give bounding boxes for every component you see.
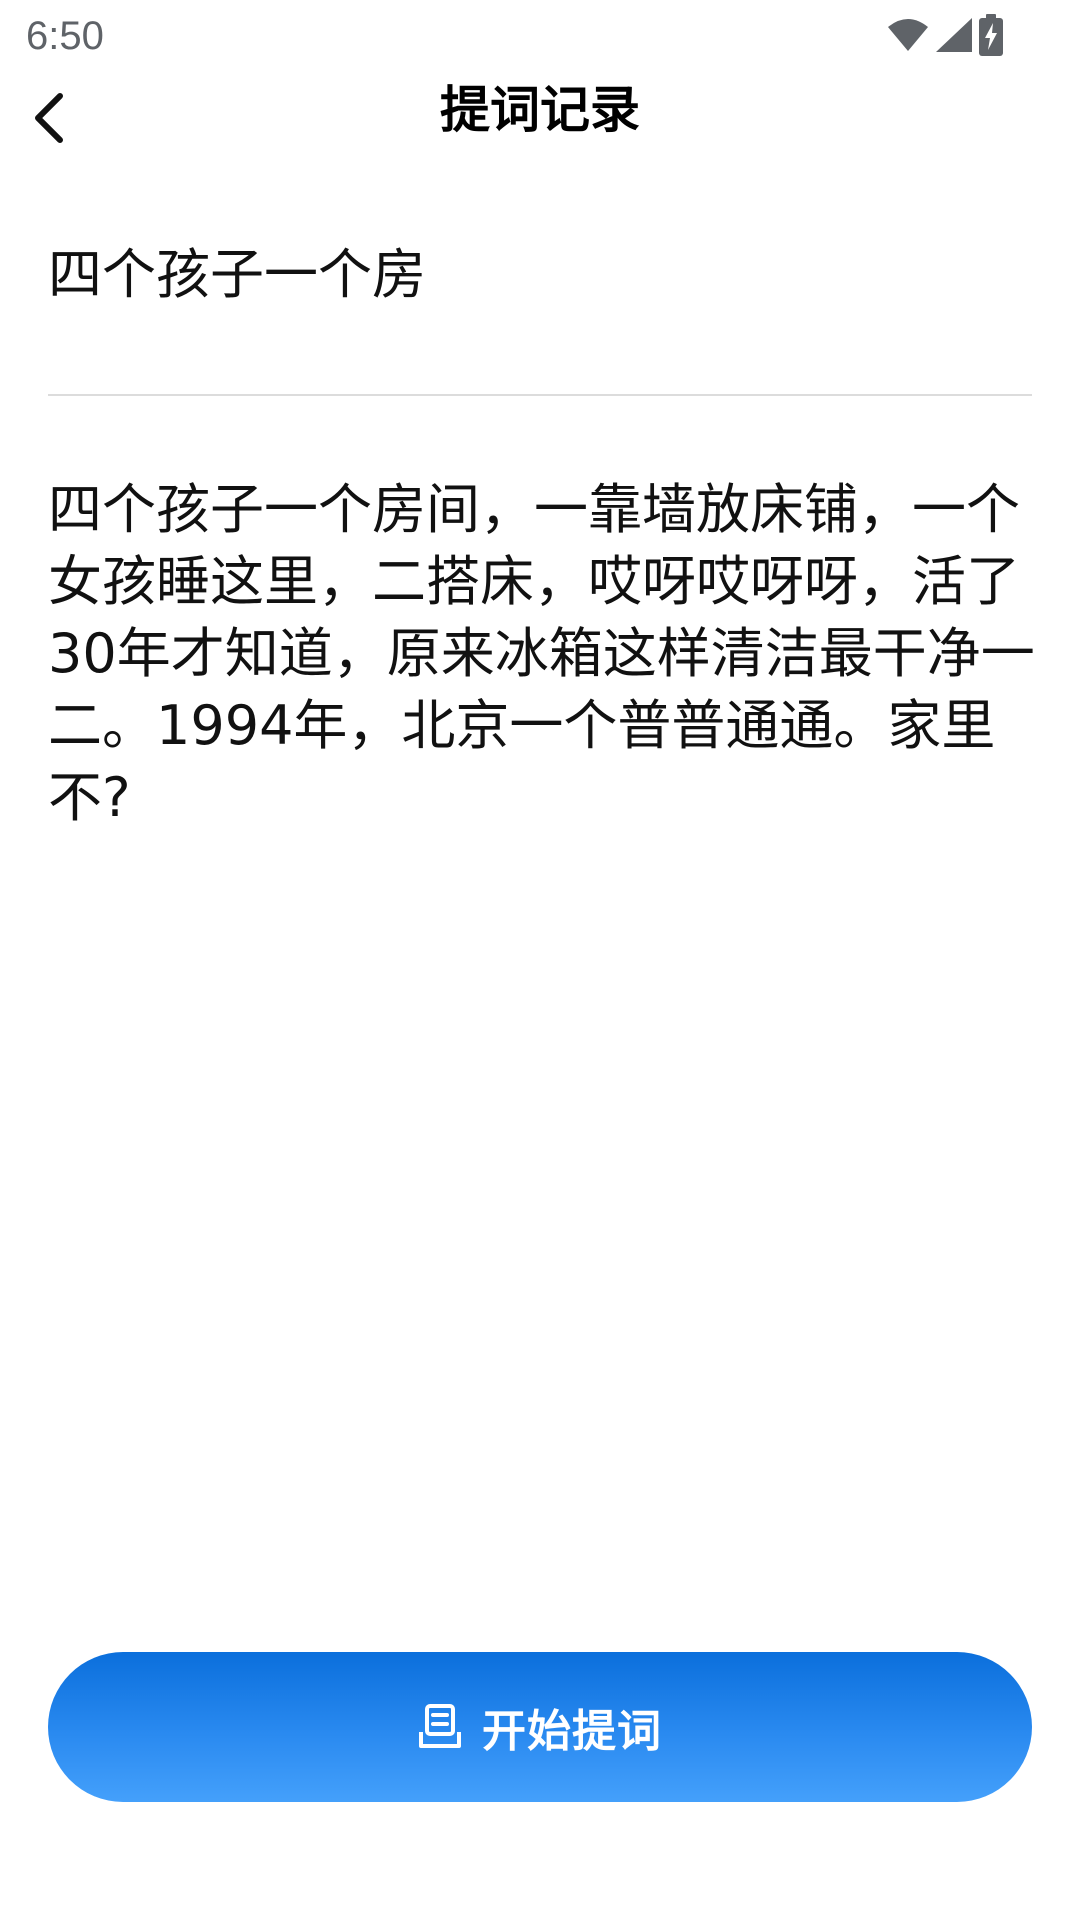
divider xyxy=(48,394,1032,396)
status-time: 6:50 xyxy=(26,14,104,58)
status-bar: 6:50 xyxy=(0,0,1080,72)
teleprompter-icon xyxy=(418,1704,462,1750)
teleprompter-record-screen: 6:50 提词记录 四个孩子一个房 四个孩子一个房间，一靠墙放床铺，一个女孩睡这… xyxy=(0,0,1080,1920)
record-title: 四个孩子一个房 xyxy=(48,243,426,306)
battery-charging-icon xyxy=(978,14,1004,56)
record-content: 四个孩子一个房间，一靠墙放床铺，一个女孩睡这里，二搭床，哎呀哎呀呀，活了30年才… xyxy=(48,478,1035,829)
start-teleprompter-button[interactable]: 开始提词 xyxy=(48,1652,1032,1802)
app-header: 提词记录 xyxy=(0,72,1080,168)
status-icons xyxy=(886,14,1004,56)
wifi-icon xyxy=(886,17,930,53)
cell-signal-icon xyxy=(934,16,974,54)
page-title: 提词记录 xyxy=(440,81,640,139)
start-button-label: 开始提词 xyxy=(482,1706,662,1757)
